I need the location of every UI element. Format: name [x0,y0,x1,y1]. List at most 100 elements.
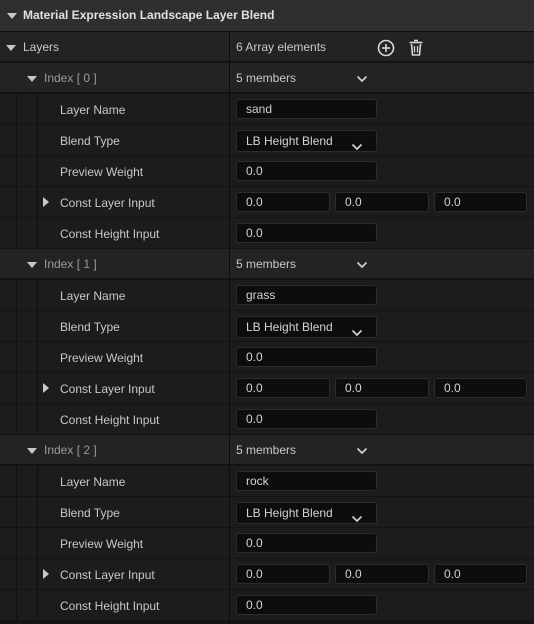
const-layer-input-label: Const Layer Input [60,568,155,582]
const-height-input-label: Const Height Input [60,227,160,241]
const-layer-input-x[interactable]: 0.0 [236,378,330,398]
chevron-down-icon[interactable] [356,444,368,458]
preview-weight-label: Preview Weight [60,351,144,365]
members-count: 5 members [236,443,297,457]
members-count: 5 members [236,71,297,85]
tree-guide [16,125,17,155]
chevron-down-icon[interactable] [356,258,368,272]
expand-arrow-icon[interactable] [43,569,49,579]
category-title: Material Expression Landscape Layer Blen… [23,8,275,22]
tree-guide [37,404,38,434]
tree-guide [37,280,38,310]
const-layer-input-y[interactable]: 0.0 [335,378,429,398]
layer-name-label: Layer Name [60,289,126,303]
tree-guide [16,187,17,217]
layer-name-row: Layer Name sand [0,94,534,125]
collapse-arrow-icon[interactable] [7,13,17,19]
index-label: Index [ 0 ] [44,71,97,85]
preview-weight-input[interactable]: 0.0 [236,533,377,553]
tree-guide [37,466,38,496]
array-index-row[interactable]: Index [ 2 ] 5 members [0,435,534,465]
collapse-arrow-icon[interactable] [27,262,37,268]
const-layer-input-z[interactable]: 0.0 [434,378,527,398]
array-index-row[interactable]: Index [ 0 ] 5 members [0,63,534,93]
tree-guide [16,156,17,186]
const-layer-input-row: Const Layer Input 0.0 0.0 0.0 [0,373,534,404]
const-layer-input-row: Const Layer Input 0.0 0.0 0.0 [0,559,534,590]
blend-type-dropdown[interactable]: LB Height Blend [236,316,377,338]
blend-type-row: Blend Type LB Height Blend [0,311,534,342]
tree-guide [37,528,38,558]
index-label: Index [ 1 ] [44,257,97,271]
preview-weight-input[interactable]: 0.0 [236,161,377,181]
tree-guide [16,559,17,589]
category-header[interactable]: Material Expression Landscape Layer Blen… [0,0,534,32]
blend-type-label: Blend Type [60,134,120,148]
const-layer-input-label: Const Layer Input [60,196,155,210]
expand-arrow-icon[interactable] [43,383,49,393]
layer-name-input[interactable]: rock [236,471,377,491]
layer-name-label: Layer Name [60,103,126,117]
layer-name-row: Layer Name grass [0,280,534,311]
const-height-input-row: Const Height Input 0.0 [0,590,534,621]
const-layer-input-z[interactable]: 0.0 [434,564,527,584]
layers-label: Layers [23,40,60,54]
const-height-input[interactable]: 0.0 [236,409,377,429]
chevron-down-icon [351,137,363,157]
members-count: 5 members [236,257,297,271]
preview-weight-row: Preview Weight 0.0 [0,156,534,187]
const-layer-input-z[interactable]: 0.0 [434,192,527,212]
array-count: 6 Array elements [236,40,327,54]
blend-type-dropdown[interactable]: LB Height Blend [236,502,377,524]
tree-guide [16,218,17,248]
tree-guide [16,466,17,496]
blend-type-row: Blend Type LB Height Blend [0,125,534,156]
array-index-row[interactable]: Index [ 1 ] 5 members [0,249,534,279]
plus-circle-icon[interactable] [376,38,396,58]
const-layer-input-row: Const Layer Input 0.0 0.0 0.0 [0,187,534,218]
tree-guide [37,559,38,589]
collapse-arrow-icon[interactable] [27,448,37,454]
const-height-input-label: Const Height Input [60,599,160,613]
tree-guide [16,404,17,434]
tree-guide [16,528,17,558]
preview-weight-input[interactable]: 0.0 [236,347,377,367]
column-splitter[interactable] [229,32,230,624]
blend-type-row: Blend Type LB Height Blend [0,497,534,528]
chevron-down-icon [351,323,363,343]
collapse-arrow-icon[interactable] [27,76,37,82]
tree-guide [37,342,38,372]
const-layer-input-x[interactable]: 0.0 [236,192,330,212]
chevron-down-icon[interactable] [356,72,368,86]
blend-type-label: Blend Type [60,320,120,334]
tree-guide [37,94,38,124]
layer-name-input[interactable]: sand [236,99,377,119]
preview-weight-label: Preview Weight [60,537,144,551]
const-layer-input-y[interactable]: 0.0 [335,564,429,584]
collapse-arrow-icon[interactable] [6,45,16,51]
tree-guide [37,590,38,620]
chevron-down-icon [351,509,363,529]
const-layer-input-x[interactable]: 0.0 [236,564,330,584]
tree-guide [16,311,17,341]
tree-guide [16,280,17,310]
blend-type-value: LB Height Blend [246,134,333,148]
layer-name-input[interactable]: grass [236,285,377,305]
tree-guide [37,373,38,403]
preview-weight-row: Preview Weight 0.0 [0,528,534,559]
const-layer-input-y[interactable]: 0.0 [335,192,429,212]
const-layer-input-label: Const Layer Input [60,382,155,396]
tree-guide [16,497,17,527]
const-height-input[interactable]: 0.0 [236,223,377,243]
expand-arrow-icon[interactable] [43,197,49,207]
layer-name-row: Layer Name rock [0,466,534,497]
blend-type-label: Blend Type [60,506,120,520]
blend-type-dropdown[interactable]: LB Height Blend [236,130,377,152]
tree-guide [16,373,17,403]
layer-name-label: Layer Name [60,475,126,489]
const-height-input-label: Const Height Input [60,413,160,427]
const-height-input[interactable]: 0.0 [236,595,377,615]
trash-icon[interactable] [406,38,426,58]
layers-array-row[interactable]: Layers 6 Array elements [0,32,534,62]
tree-guide [37,187,38,217]
